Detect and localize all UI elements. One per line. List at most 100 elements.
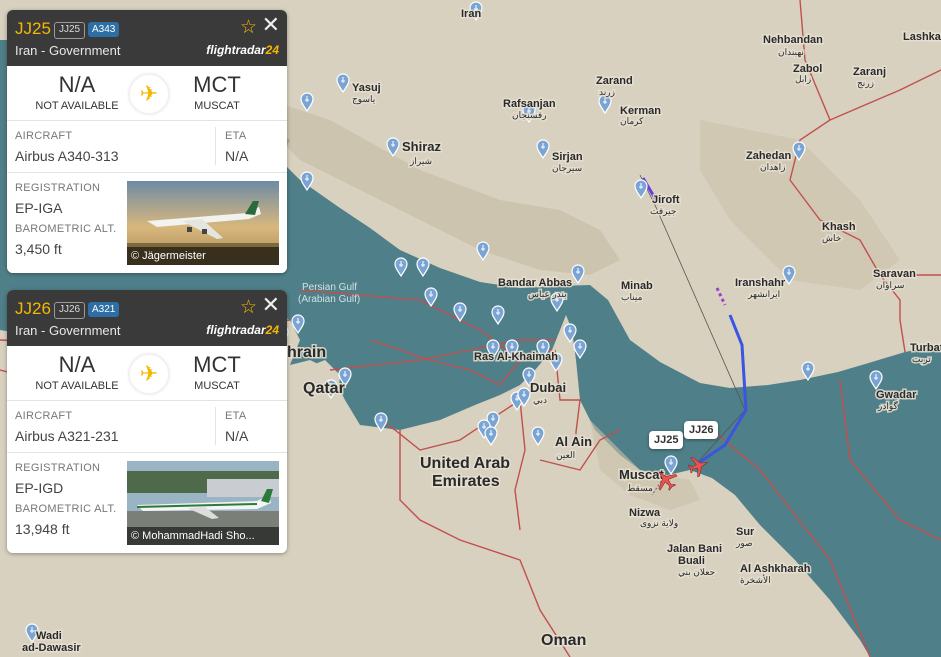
country-label-oman: Oman (541, 632, 586, 649)
svg-text:جعلان بني: جعلان بني (678, 567, 715, 577)
svg-text:سیرجان: سیرجان (552, 163, 582, 174)
svg-text:Sirjan: Sirjan (552, 151, 583, 163)
svg-text:الأشخرة: الأشخرة (740, 574, 771, 586)
photo-credit: © MohammadHadi Sho... (127, 527, 279, 545)
star-icon[interactable]: ☆ (240, 296, 257, 319)
svg-text:Shiraz: Shiraz (402, 139, 442, 154)
svg-text:زاهدان: زاهدان (760, 162, 785, 173)
svg-text:کرمان: کرمان (620, 116, 644, 127)
aircraft-row: AIRCRAFT Airbus A340-313 ETA N/A (7, 121, 287, 173)
photo-credit: © Jägermeister (127, 247, 279, 265)
flight-number-badge: JJ25 (54, 22, 86, 39)
origin-code: N/A (58, 352, 96, 377)
aircraft-row: AIRCRAFT Airbus A321-231 ETA N/A (7, 401, 287, 453)
svg-text:ولاية نزوى: ولاية نزوى (640, 518, 678, 529)
origin-name: NOT AVAILABLE (35, 380, 119, 392)
route-panel: N/A NOT AVAILABLE ✈ MCT MUSCAT (7, 346, 287, 401)
aircraft-model: Airbus A321-231 (15, 428, 119, 444)
airport-pin-icon[interactable] (573, 339, 587, 360)
svg-text:Bandar Abbas: Bandar Abbas (498, 277, 572, 289)
registration-value: EP-IGD (15, 480, 64, 496)
destination-code: MCT (193, 72, 241, 97)
operator-name: Iran - Government (15, 323, 121, 338)
eta-caption: ETA (225, 130, 247, 142)
destination-name: MUSCAT (194, 380, 240, 392)
aircraft-photo[interactable]: © Jägermeister (127, 181, 279, 265)
svg-text:خاش: خاش (822, 233, 841, 244)
country-label-qatar: Qatar (303, 380, 345, 397)
svg-text:یاسوج: یاسوج (352, 94, 376, 105)
country-label-bahrain: hrain (287, 344, 326, 361)
airport-pin-icon[interactable] (416, 257, 430, 278)
flight-info-panel-jj26: JJ26 JJ26 A321 Iran - Government ☆ ✕ fli… (7, 290, 287, 553)
flightradar24-logo: flightradar24 (206, 323, 279, 337)
svg-text:مسقط: مسقط (627, 483, 653, 493)
svg-text:تربت: تربت (912, 354, 931, 365)
airport-pin-icon[interactable] (869, 370, 883, 391)
svg-text:Dubai: Dubai (530, 380, 566, 395)
svg-text:Turbat: Turbat (910, 342, 941, 354)
flightradar24-logo: flightradar24 (206, 43, 279, 57)
registration-caption: REGISTRATION (15, 182, 101, 194)
country-label-uae-2: Emirates (432, 473, 500, 490)
registration-row: REGISTRATION EP-IGA BAROMETRIC ALT. 3,45… (7, 173, 287, 273)
svg-text:Khash: Khash (822, 221, 856, 233)
svg-text:Gwadar: Gwadar (876, 389, 917, 401)
airport-pin-icon[interactable] (664, 455, 678, 476)
altitude-caption: BAROMETRIC ALT. (15, 223, 117, 235)
close-icon[interactable]: ✕ (262, 294, 280, 316)
panel-header: JJ25 JJ25 A343 Iran - Government ☆ ✕ fli… (7, 10, 287, 66)
svg-text:شیراز: شیراز (409, 156, 432, 167)
eta-caption: ETA (225, 410, 247, 422)
country-label-iran: Iran (461, 8, 481, 20)
registration-row: REGISTRATION EP-IGD BAROMETRIC ALT. 13,9… (7, 453, 287, 553)
registration-caption: REGISTRATION (15, 462, 101, 474)
destination-code: MCT (193, 352, 241, 377)
svg-text:جيرفت: جيرفت (650, 206, 676, 217)
aircraft-type-badge: A321 (88, 302, 120, 317)
svg-text:زرند: زرند (599, 87, 615, 98)
destination-name: MUSCAT (194, 100, 240, 112)
svg-text:Rafsanjan: Rafsanjan (503, 98, 556, 110)
svg-text:ad-Dawasir: ad-Dawasir (22, 642, 81, 654)
svg-text:میناب: میناب (621, 292, 643, 302)
eta-value: N/A (225, 148, 249, 164)
flight-label-jj25[interactable]: JJ25 (649, 431, 684, 449)
svg-text:Yasuj: Yasuj (352, 82, 381, 94)
close-icon[interactable]: ✕ (262, 14, 280, 36)
airport-pin-icon[interactable] (394, 257, 408, 278)
altitude-value: 3,450 ft (15, 241, 62, 257)
svg-text:Iranshahr: Iranshahr (735, 277, 786, 289)
svg-text:Jiroft: Jiroft (652, 194, 680, 206)
origin-code: N/A (58, 72, 96, 97)
callsign: JJ25 (15, 19, 51, 38)
svg-text:Zahedan: Zahedan (746, 150, 792, 162)
svg-text:Jalan Bani: Jalan Bani (667, 543, 722, 555)
svg-text:سراوان: سراوان (876, 280, 904, 291)
aircraft-photo[interactable]: © MohammadHadi Sho... (127, 461, 279, 545)
airport-pin-icon[interactable] (491, 305, 505, 326)
svg-text:رفسنجان: رفسنجان (512, 110, 547, 121)
svg-text:Ras Al-Khaimah: Ras Al-Khaimah (474, 351, 558, 363)
svg-text:زابل: زابل (795, 74, 811, 85)
svg-text:Saravan: Saravan (873, 268, 916, 280)
svg-text:نهبندان: نهبندان (778, 47, 804, 58)
flight-label-jj26[interactable]: JJ26 (684, 421, 719, 439)
flight-number-badge: JJ26 (54, 302, 86, 319)
svg-text:بندر عباس: بندر عباس (528, 289, 567, 300)
svg-text:Buali: Buali (678, 555, 705, 567)
svg-text:Zaranj: Zaranj (853, 66, 886, 78)
svg-text:ایرانشهر: ایرانشهر (747, 289, 780, 300)
star-icon[interactable]: ☆ (240, 16, 257, 39)
svg-text:Muscat: Muscat (619, 467, 664, 482)
svg-text:Al Ain: Al Ain (555, 434, 592, 449)
altitude-caption: BAROMETRIC ALT. (15, 503, 117, 515)
svg-text:Minab: Minab (621, 280, 653, 292)
origin-name: NOT AVAILABLE (35, 100, 119, 112)
aircraft-type-badge: A343 (88, 22, 120, 37)
svg-text:زرنج: زرنج (857, 78, 874, 89)
svg-text:Sur: Sur (736, 526, 755, 538)
route-panel: N/A NOT AVAILABLE ✈ MCT MUSCAT (7, 66, 287, 121)
altitude-value: 13,948 ft (15, 521, 70, 537)
svg-text:العين: العين (556, 450, 575, 461)
